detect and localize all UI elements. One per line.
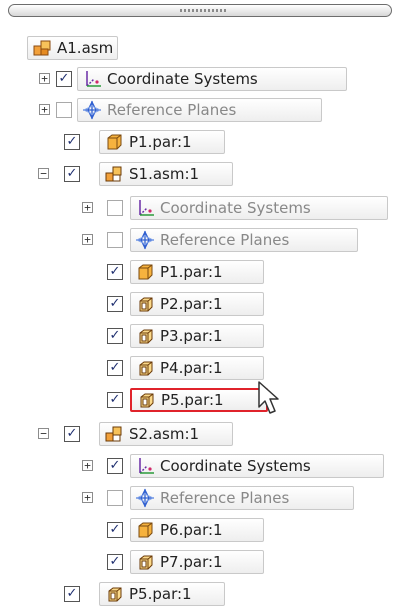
part-open-icon: [139, 329, 153, 344]
tree-item-label: Coordinate Systems: [107, 70, 258, 88]
tree-item[interactable]: P1.par:1: [130, 260, 264, 284]
part-solid-icon: [138, 264, 153, 280]
part-solid-icon: [107, 134, 122, 150]
visibility-checkbox[interactable]: ✓: [64, 586, 80, 602]
visibility-checkbox[interactable]: [56, 102, 72, 118]
visibility-checkbox[interactable]: ✓: [64, 134, 80, 150]
tree-item-label: Coordinate Systems: [160, 457, 311, 475]
visibility-checkbox[interactable]: ✓: [107, 360, 123, 376]
expand-toggle[interactable]: +: [82, 460, 93, 471]
visibility-checkbox[interactable]: ✓: [107, 328, 123, 344]
tree-item[interactable]: P5.par:1: [99, 582, 225, 606]
tree-item[interactable]: Reference Planes: [130, 228, 358, 252]
tree-item-label: Coordinate Systems: [160, 199, 311, 217]
tree-item-label: P1.par:1: [129, 133, 192, 151]
visibility-checkbox[interactable]: [107, 200, 123, 216]
visibility-checkbox[interactable]: ✓: [107, 264, 123, 280]
expand-toggle[interactable]: +: [82, 202, 93, 213]
tree-item[interactable]: Coordinate Systems: [130, 454, 384, 478]
visibility-checkbox[interactable]: ✓: [107, 392, 123, 408]
tree-item-label: P4.par:1: [160, 359, 223, 377]
tree-item-label: Reference Planes: [160, 489, 290, 507]
tree-item-label: P2.par:1: [160, 295, 223, 313]
tree-item-label: Reference Planes: [160, 231, 290, 249]
reference-plane-icon: [82, 100, 102, 120]
tree-item[interactable]: Coordinate Systems: [130, 196, 388, 220]
visibility-checkbox[interactable]: [107, 232, 123, 248]
visibility-checkbox[interactable]: ✓: [64, 426, 80, 442]
part-open-icon: [139, 555, 153, 570]
expand-toggle[interactable]: +: [39, 104, 50, 115]
visibility-checkbox[interactable]: ✓: [107, 296, 123, 312]
tree-item[interactable]: P6.par:1: [130, 518, 264, 542]
part-open-icon: [108, 587, 122, 602]
visibility-checkbox[interactable]: ✓: [64, 166, 80, 182]
tree-item[interactable]: Reference Planes: [77, 98, 322, 122]
tree-item-label: P5.par:1: [129, 585, 192, 603]
tree-root-label[interactable]: A1.asm: [27, 36, 118, 60]
collapse-toggle[interactable]: −: [38, 428, 49, 439]
tree-item-label: Reference Planes: [107, 101, 237, 119]
tree-item-label: P7.par:1: [160, 553, 223, 571]
expand-toggle[interactable]: +: [39, 73, 50, 84]
visibility-checkbox[interactable]: ✓: [107, 554, 123, 570]
tree-item-label: S1.asm:1: [129, 165, 200, 183]
visibility-checkbox[interactable]: [107, 490, 123, 506]
subassembly-icon: [105, 426, 122, 442]
tree-item[interactable]: Reference Planes: [130, 486, 354, 510]
tree-root-text: A1.asm: [57, 39, 114, 57]
expand-toggle[interactable]: +: [82, 492, 93, 503]
tree-item[interactable]: P2.par:1: [130, 292, 264, 316]
tree-item-label: S2.asm:1: [129, 425, 200, 443]
tree-item-label: P5.par:1: [161, 391, 224, 409]
tree-item[interactable]: S2.asm:1: [99, 422, 233, 446]
subassembly-icon: [105, 166, 122, 182]
part-open-icon: [139, 297, 153, 312]
visibility-checkbox[interactable]: ✓: [107, 458, 123, 474]
reference-plane-icon: [135, 488, 155, 508]
assembly-tree: A1.asm + ✓ Coordinate Systems + Reference Pl…: [0, 0, 402, 615]
tree-item[interactable]: P3.par:1: [130, 324, 264, 348]
visibility-checkbox[interactable]: ✓: [56, 71, 72, 87]
coordinate-system-icon: [139, 200, 154, 216]
pointer-arrow-icon: [258, 381, 279, 414]
part-open-icon: [139, 361, 153, 376]
tree-item[interactable]: P7.par:1: [130, 550, 264, 574]
tree-item[interactable]: P5.par:1: [130, 388, 268, 412]
tree-item-label: P1.par:1: [160, 263, 223, 281]
reference-plane-icon: [135, 230, 155, 250]
coordinate-system-icon: [139, 458, 154, 474]
part-solid-icon: [138, 522, 153, 538]
tree-item[interactable]: P4.par:1: [130, 356, 264, 380]
collapse-toggle[interactable]: −: [38, 168, 49, 179]
visibility-checkbox[interactable]: ✓: [107, 522, 123, 538]
part-open-icon: [140, 393, 154, 408]
tree-item[interactable]: S1.asm:1: [99, 162, 233, 186]
tree-item-label: P6.par:1: [160, 521, 223, 539]
tree-item-label: P3.par:1: [160, 327, 223, 345]
coordinate-system-icon: [86, 71, 101, 87]
tree-item[interactable]: P1.par:1: [99, 130, 225, 154]
assembly-icon: [33, 40, 51, 56]
expand-toggle[interactable]: +: [82, 234, 93, 245]
tree-item[interactable]: Coordinate Systems: [77, 67, 347, 91]
